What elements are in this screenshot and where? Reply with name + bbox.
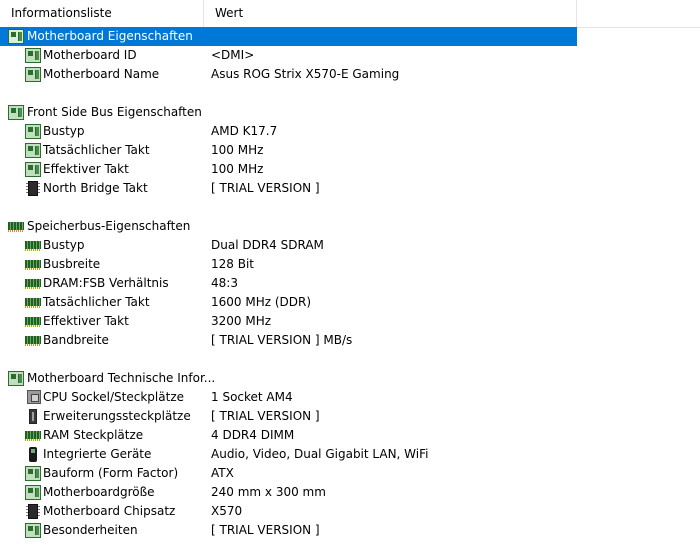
item-label: Tatsächlicher Takt [43,143,150,157]
item-value: 240 mm x 300 mm [211,485,326,499]
chip-icon [26,181,40,196]
item-label: DRAM:FSB Verhältnis [43,276,169,290]
section-header[interactable]: Motherboard Technische Infor... [0,369,700,388]
motherboard-icon [25,466,41,481]
column-header-field[interactable]: Informationsliste [0,0,204,27]
item-label: Bauform (Form Factor) [43,466,179,480]
list-item[interactable]: North Bridge Takt [ TRIAL VERSION ] [0,179,700,198]
list-item[interactable]: Motherboard Chipsatz X570 [0,502,700,521]
column-header-value[interactable]: Wert [204,0,577,27]
motherboard-icon [25,485,41,500]
item-value: 128 Bit [211,257,254,271]
list-header: Informationsliste Wert [0,0,700,28]
item-value: 48:3 [211,276,238,290]
memory-icon [25,431,41,441]
item-label: Bustyp [43,238,85,252]
list-item[interactable]: Motherboard Name Asus ROG Strix X570-E Ga… [0,65,700,84]
item-value: [ TRIAL VERSION ] [211,181,320,195]
list-item[interactable]: Tatsächlicher Takt 100 MHz [0,141,700,160]
item-label: Effektiver Takt [43,162,129,176]
item-label: Motherboard ID [43,48,137,62]
item-label: Effektiver Takt [43,314,129,328]
motherboard-icon [25,67,41,82]
list-item[interactable]: DRAM:FSB Verhältnis 48:3 [0,274,700,293]
section-title: Motherboard Technische Infor... [27,371,216,385]
motherboard-icon [8,371,24,386]
item-label: RAM Steckplätze [43,428,144,442]
section-header[interactable]: Speicherbus-Eigenschaften [0,217,700,236]
item-label: Bandbreite [43,333,109,347]
item-label: Motherboard Name [43,67,160,81]
chip-icon [26,504,40,519]
section-title: Motherboard Eigenschaften [27,29,193,43]
item-value: 4 DDR4 DIMM [211,428,295,442]
section-title: Speicherbus-Eigenschaften [27,219,191,233]
item-label: Bustyp [43,124,85,138]
item-value: <DMI> [211,48,255,62]
item-value: Dual DDR4 SDRAM [211,238,324,252]
cpu-icon [27,390,41,404]
memory-icon [25,241,41,251]
section-header[interactable]: Front Side Bus Eigenschaften [0,103,700,122]
item-label: Besonderheiten [43,523,138,537]
device-icon [29,447,37,462]
list-item[interactable]: Bandbreite [ TRIAL VERSION ] MB/s [0,331,700,350]
item-label: Erweiterungssteckplätze [43,409,191,423]
list-item[interactable]: Effektiver Takt 100 MHz [0,160,700,179]
list-item[interactable]: RAM Steckplätze 4 DDR4 DIMM [0,426,700,445]
memory-icon [25,260,41,270]
item-value: Asus ROG Strix X570-E Gaming [211,67,400,81]
motherboard-icon [25,162,41,177]
item-value: 1600 MHz (DDR) [211,295,312,309]
list-item[interactable]: Erweiterungssteckplätze [ TRIAL VERSION ] [0,407,700,426]
motherboard-icon [25,124,41,139]
list-item[interactable]: Motherboard ID <DMI> [0,46,700,65]
memory-icon [25,336,41,346]
list-item[interactable]: CPU Sockel/Steckplätze 1 Socket AM4 [0,388,700,407]
item-value: 1 Socket AM4 [211,390,293,404]
list-item[interactable]: Effektiver Takt 3200 MHz [0,312,700,331]
item-label: Integrierte Geräte [43,447,152,461]
list-item[interactable]: Integrierte Geräte Audio, Video, Dual Gig… [0,445,700,464]
list-item[interactable]: Tatsächlicher Takt 1600 MHz (DDR) [0,293,700,312]
item-value: X570 [211,504,243,518]
list-item[interactable]: Bustyp AMD K17.7 [0,122,700,141]
item-label: Motherboard Chipsatz [43,504,176,518]
item-value: ATX [211,466,234,480]
section-title: Front Side Bus Eigenschaften [27,105,202,119]
list-item[interactable]: Busbreite 128 Bit [0,255,700,274]
list-item[interactable]: Motherboardgröße 240 mm x 300 mm [0,483,700,502]
list-item[interactable]: Bustyp Dual DDR4 SDRAM [0,236,700,255]
list-item[interactable]: Besonderheiten [ TRIAL VERSION ] [0,521,700,540]
slot-icon [29,409,37,424]
memory-icon [25,298,41,308]
item-label: Busbreite [43,257,101,271]
item-value: 3200 MHz [211,314,272,328]
item-label: Tatsächlicher Takt [43,295,150,309]
item-label: Motherboardgröße [43,485,155,499]
item-value: [ TRIAL VERSION ] [211,409,320,423]
motherboard-icon [25,48,41,63]
motherboard-icon [25,523,41,538]
memory-icon [25,317,41,327]
memory-icon [25,279,41,289]
item-value: [ TRIAL VERSION ] [211,523,320,537]
list-item[interactable]: Bauform (Form Factor) ATX [0,464,700,483]
item-value: Audio, Video, Dual Gigabit LAN, WiFi [211,447,429,461]
item-label: North Bridge Takt [43,181,148,195]
item-value: [ TRIAL VERSION ] MB/s [211,333,353,347]
item-value: AMD K17.7 [211,124,278,138]
item-value: 100 MHz [211,143,264,157]
section-header[interactable]: Motherboard Eigenschaften [0,27,700,46]
item-value: 100 MHz [211,162,264,176]
motherboard-icon [25,143,41,158]
motherboard-icon [8,29,24,44]
item-label: CPU Sockel/Steckplätze [43,390,184,404]
motherboard-icon [8,105,24,120]
memory-icon [8,222,24,232]
